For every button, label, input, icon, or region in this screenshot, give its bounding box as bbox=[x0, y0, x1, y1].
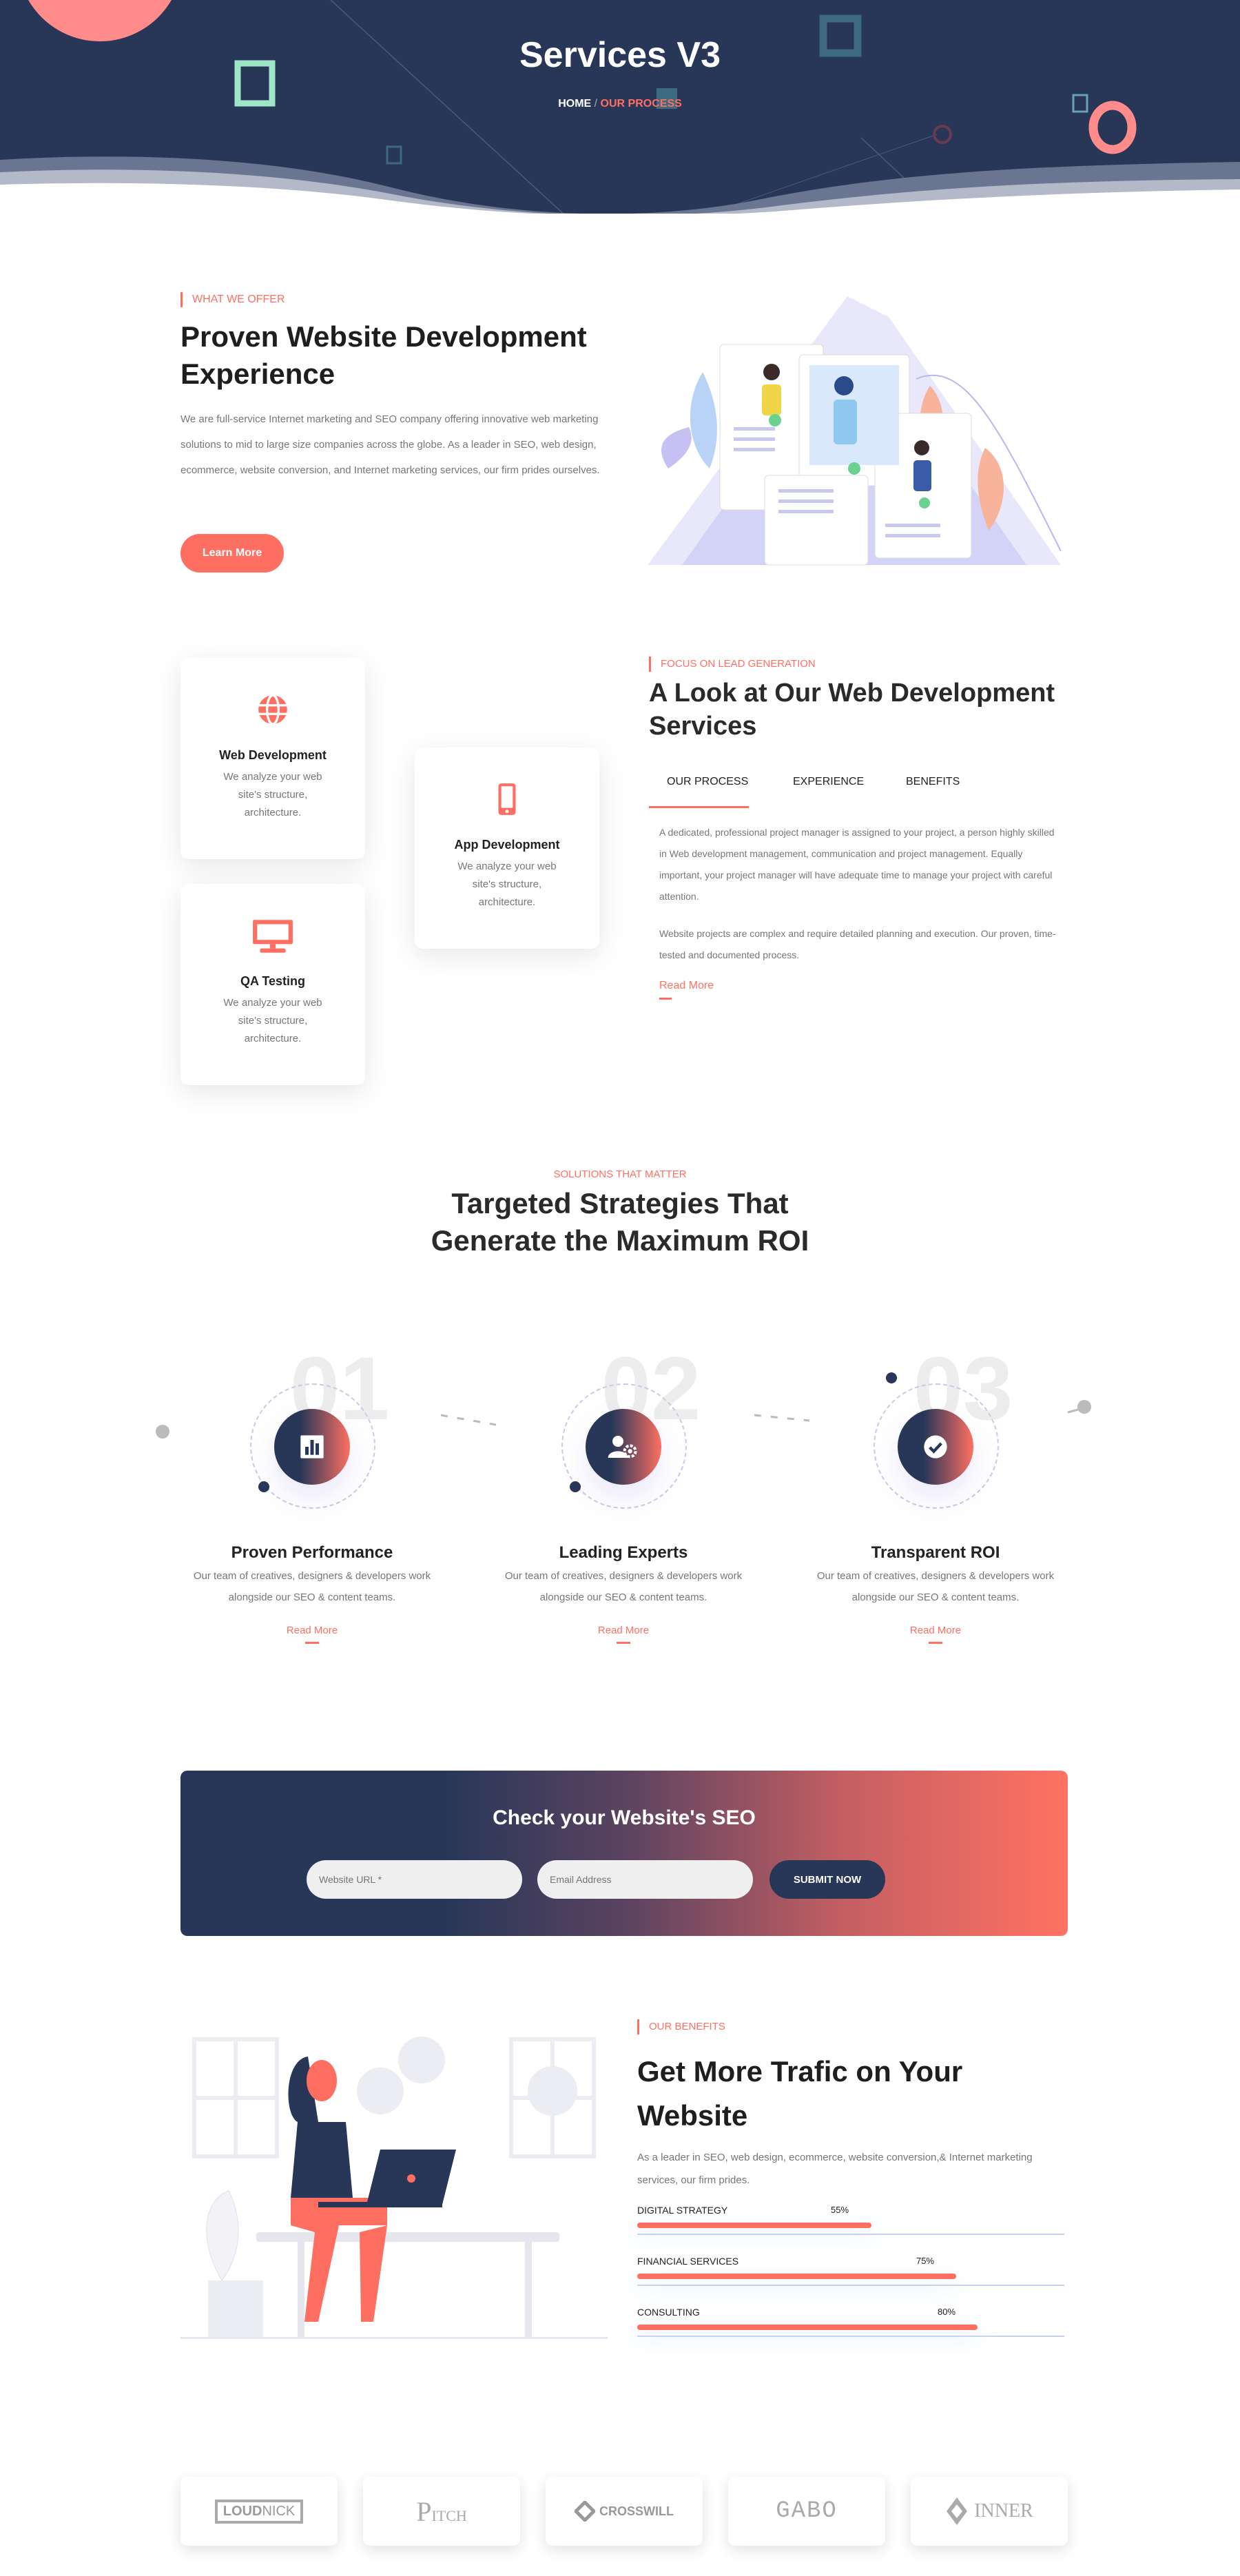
step-title: Leading Experts bbox=[559, 1543, 688, 1562]
crosswill-mark-icon bbox=[575, 2501, 595, 2522]
strategies-title: Targeted Strategies That Generate the Ma… bbox=[431, 1187, 809, 1257]
step-title: Proven Performance bbox=[231, 1543, 393, 1562]
step-dot bbox=[886, 1372, 897, 1383]
skill-fill bbox=[637, 2223, 871, 2228]
services-title: A Look at Our Web Development Services bbox=[649, 679, 1055, 741]
learn-more-button[interactable]: Learn More bbox=[180, 534, 284, 573]
breadcrumb: HOME / OUR PROCESS bbox=[0, 98, 1240, 110]
tab-benefits[interactable]: BENEFITS bbox=[906, 776, 960, 788]
tab-our-process[interactable]: OUR PROCESS bbox=[667, 776, 748, 788]
skill-fill bbox=[637, 2274, 957, 2279]
breadcrumb-separator: / bbox=[594, 98, 598, 110]
skills-progress-list: DIGITAL STRATEGY 55% FINANCIAL SERVICES … bbox=[637, 2205, 1068, 2349]
step-icon-circle bbox=[898, 1409, 973, 1485]
services-tabs: OUR PROCESS EXPERIENCE BENEFITS bbox=[649, 776, 1076, 810]
client-logo-gabo: GABO bbox=[728, 2477, 885, 2546]
page-title: Services V3 bbox=[519, 35, 721, 75]
step-title: Transparent ROI bbox=[871, 1543, 1000, 1562]
card-text: We analyze your web site's structure, ar… bbox=[223, 771, 322, 818]
tab-experience[interactable]: EXPERIENCE bbox=[793, 776, 864, 788]
bar-chart-icon bbox=[300, 1435, 324, 1459]
client-logo-crosswill: CROSSWILL bbox=[546, 2477, 703, 2546]
read-more-underline bbox=[617, 1642, 630, 1644]
read-more-label: Read More bbox=[909, 1625, 962, 1636]
active-tab-indicator bbox=[649, 806, 749, 808]
step-icon-circle bbox=[274, 1409, 350, 1485]
skill-percent: 80% bbox=[938, 2307, 956, 2317]
step-read-more-link[interactable]: Read More bbox=[174, 1625, 450, 1644]
breadcrumb-home[interactable]: HOME bbox=[558, 98, 591, 110]
card-text: We analyze your web site's structure, ar… bbox=[223, 997, 322, 1044]
globe-icon bbox=[258, 694, 287, 725]
skill-progress-bar: CONSULTING 80% bbox=[637, 2307, 1064, 2348]
monitor-icon bbox=[253, 920, 293, 953]
tab-paragraph-2: Website projects are complex and require… bbox=[659, 928, 1056, 960]
offer-title: Proven Website Development Experience bbox=[180, 320, 587, 390]
service-card-app-development[interactable]: App Development We analyze your web site… bbox=[415, 748, 599, 949]
inner-logo: INNER bbox=[974, 2500, 1033, 2522]
breadcrumb-current: OUR PROCESS bbox=[600, 98, 682, 110]
skill-label: CONSULTING bbox=[637, 2307, 700, 2318]
user-gear-icon bbox=[608, 1436, 637, 1459]
skill-fill bbox=[637, 2325, 978, 2330]
benefits-title: Get More Trafic on Your Website bbox=[637, 2055, 963, 2132]
woman-laptop-illustration bbox=[180, 2037, 608, 2339]
check-circle-icon bbox=[924, 1435, 947, 1459]
skill-percent: 55% bbox=[831, 2205, 849, 2215]
mobile-icon bbox=[498, 783, 516, 815]
seo-check-banner: Check your Website's SEO SUBMIT NOW bbox=[180, 1771, 1068, 1936]
client-logo-inner: INNER bbox=[911, 2477, 1068, 2546]
inner-mark-icon bbox=[947, 2497, 968, 2525]
skill-label: DIGITAL STRATEGY bbox=[637, 2205, 728, 2216]
card-title: Web Development bbox=[219, 748, 327, 762]
skill-progress-bar: FINANCIAL SERVICES 75% bbox=[637, 2256, 1064, 2297]
service-card-web-development[interactable]: Web Development We analyze your web site… bbox=[180, 658, 365, 859]
gabo-logo: GABO bbox=[776, 2498, 838, 2524]
loudnick-logo: LOUDNICK bbox=[214, 2499, 304, 2524]
strategies-eyebrow: SOLUTIONS THAT MATTER bbox=[553, 1168, 687, 1180]
client-logo-loudnick: LOUDNICK bbox=[180, 2477, 338, 2546]
step-text: Our team of creatives, designers & devel… bbox=[816, 1570, 1055, 1603]
benefits-eyebrow: OUR BENEFITS bbox=[637, 2019, 725, 2034]
client-logo-pitch: PITCH bbox=[363, 2477, 520, 2546]
read-more-underline bbox=[659, 998, 672, 1000]
services-eyebrow: FOCUS ON LEAD GENERATION bbox=[649, 657, 816, 672]
seo-check-title: Check your Website's SEO bbox=[493, 1806, 756, 1829]
read-more-label: Read More bbox=[659, 980, 714, 991]
service-card-qa-testing[interactable]: QA Testing We analyze your web site's st… bbox=[180, 884, 365, 1085]
card-title: QA Testing bbox=[240, 974, 305, 988]
skill-label: FINANCIAL SERVICES bbox=[637, 2256, 739, 2267]
step-dot bbox=[258, 1481, 269, 1492]
skill-track bbox=[637, 2336, 1064, 2337]
email-address-input[interactable] bbox=[537, 1860, 753, 1899]
read-more-underline bbox=[929, 1642, 942, 1644]
read-more-underline bbox=[305, 1642, 319, 1644]
skill-progress-bar: DIGITAL STRATEGY 55% bbox=[637, 2205, 1064, 2246]
services-read-more-link[interactable]: Read More bbox=[659, 980, 714, 1000]
read-more-label: Read More bbox=[597, 1625, 650, 1636]
step-text: Our team of creatives, designers & devel… bbox=[193, 1570, 431, 1603]
step-dot bbox=[570, 1481, 581, 1492]
tab-paragraph-1: A dedicated, professional project manage… bbox=[659, 827, 1055, 902]
step-text: Our team of creatives, designers & devel… bbox=[504, 1570, 743, 1603]
offer-text: We are full-service Internet marketing a… bbox=[180, 413, 600, 476]
page-header: Services V3 HOME / OUR PROCESS bbox=[0, 0, 1240, 214]
card-text: We analyze your web site's structure, ar… bbox=[457, 861, 557, 908]
skill-percent: 75% bbox=[916, 2256, 935, 2266]
pitch-logo: PITCH bbox=[416, 2495, 467, 2527]
step-read-more-link[interactable]: Read More bbox=[798, 1625, 1073, 1644]
read-more-label: Read More bbox=[286, 1625, 338, 1636]
web-development-illustration bbox=[648, 296, 1062, 566]
step-icon-circle bbox=[586, 1409, 661, 1485]
skill-track bbox=[637, 2234, 1064, 2235]
benefits-text: As a leader in SEO, web design, ecommerc… bbox=[637, 2152, 1033, 2186]
crosswill-logo: CROSSWILL bbox=[599, 2504, 674, 2518]
offer-eyebrow: WHAT WE OFFER bbox=[180, 292, 285, 307]
skill-track bbox=[637, 2285, 1064, 2286]
submit-now-button[interactable]: SUBMIT NOW bbox=[769, 1860, 885, 1899]
website-url-input[interactable] bbox=[307, 1860, 522, 1899]
step-read-more-link[interactable]: Read More bbox=[486, 1625, 761, 1644]
card-title: App Development bbox=[454, 838, 560, 852]
